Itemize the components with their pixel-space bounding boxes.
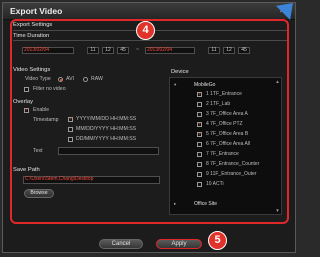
video-type-label: Video Type: [25, 76, 51, 82]
start-hour-field[interactable]: 11: [87, 47, 99, 54]
device-7-label[interactable]: 7 7F_Entrance: [206, 151, 239, 157]
device-group-office-site[interactable]: Office Site: [194, 201, 217, 207]
timestamp-format-1-checkbox[interactable]: [68, 116, 73, 122]
enable-overlay-label: Enable: [33, 107, 50, 113]
scroll-down-icon[interactable]: ▼: [275, 208, 280, 213]
enable-overlay-checkbox[interactable]: [24, 107, 29, 113]
end-hour-field[interactable]: 11: [208, 47, 220, 54]
step-4-badge: 4: [136, 21, 155, 40]
end-minute-field[interactable]: 12: [223, 47, 235, 54]
timestamp-label: Timestamp: [33, 117, 59, 123]
browse-button[interactable]: Browse: [24, 189, 54, 198]
device-3-checkbox[interactable]: [197, 112, 202, 117]
save-path-title: Save Path: [13, 167, 40, 173]
device-1-label[interactable]: 1 1TF_Entrance: [206, 91, 242, 97]
device-8-checkbox[interactable]: [197, 162, 202, 167]
step-5-badge: 5: [208, 231, 227, 250]
device-4-checkbox[interactable]: [197, 121, 202, 127]
device-6-label[interactable]: 6 7F_Office Area All: [206, 141, 250, 147]
end-date-field[interactable]: 2013/02/04: [145, 47, 195, 54]
device-2-checkbox[interactable]: [197, 102, 202, 107]
device-9-label[interactable]: 9 11F_Entrance_Outer: [206, 171, 257, 177]
raw-label: RAW: [91, 76, 103, 82]
timestamp-format-1-label: YYYY/MM/DD HH:MM:SS: [76, 116, 137, 122]
device-tree[interactable]: ▾ MobileGo 1 1TF_Entrance 2 1TF_Lab 3 7F…: [169, 77, 282, 215]
filter-no-video-label: Filter no video: [33, 86, 66, 92]
device-8-label[interactable]: 8 7F_Entrance_Counter: [206, 161, 259, 167]
apply-button[interactable]: Apply: [156, 239, 202, 249]
collapse-icon[interactable]: ▾: [174, 82, 176, 88]
start-second-field[interactable]: 45: [117, 47, 129, 54]
range-separator: ~: [136, 47, 140, 53]
start-date-field[interactable]: 2013/02/04: [22, 47, 74, 54]
avi-radio[interactable]: [58, 77, 63, 82]
device-7-checkbox[interactable]: [197, 152, 202, 157]
timestamp-format-2-label: MM/DD/YYYY HH:MM:SS: [76, 126, 137, 132]
time-duration-title: Time Duration: [13, 33, 50, 39]
raw-radio[interactable]: [83, 77, 88, 82]
device-10-label[interactable]: 10 ACTi: [206, 181, 224, 187]
cancel-button[interactable]: Cancel: [99, 239, 143, 249]
start-minute-field[interactable]: 12: [102, 47, 114, 54]
expand-icon[interactable]: ▸: [174, 201, 176, 207]
save-path-field[interactable]: C:\Users\Stem.Chang\Desktop: [23, 176, 160, 184]
text-label: Text: [33, 148, 43, 154]
device-10-checkbox[interactable]: [197, 182, 202, 187]
timestamp-format-2-checkbox[interactable]: [68, 127, 73, 132]
device-1-checkbox[interactable]: [197, 91, 202, 97]
divider: [13, 40, 287, 41]
filter-no-video-checkbox[interactable]: [24, 87, 29, 92]
overlay-title: Overlay: [13, 99, 33, 105]
device-title: Device: [171, 69, 189, 75]
device-4-label[interactable]: 4 7F_Office PTZ: [206, 121, 243, 127]
device-2-label[interactable]: 2 1TF_Lab: [206, 101, 230, 107]
device-6-checkbox[interactable]: [197, 142, 202, 147]
device-3-label[interactable]: 3 7F_Office Area A: [206, 111, 248, 117]
video-settings-title: Video Settings: [13, 67, 51, 73]
device-5-checkbox[interactable]: [197, 131, 202, 137]
timestamp-format-3-label: DD/MM/YYYY HH:MM:SS: [76, 136, 137, 142]
overlay-text-input[interactable]: [58, 147, 159, 155]
end-second-field[interactable]: 45: [238, 47, 250, 54]
export-settings-title: Export Settings: [13, 22, 53, 28]
export-video-window: Export Video ✕ Export Settings Time Dura…: [2, 2, 296, 253]
scroll-up-icon[interactable]: ▲: [275, 79, 280, 84]
device-5-label[interactable]: 5 7F_Office Area B: [206, 131, 248, 137]
device-group-mobilego[interactable]: MobileGo: [194, 82, 215, 88]
avi-label: AVI: [66, 76, 74, 82]
title-bar: Export Video ✕: [3, 3, 295, 20]
device-9-checkbox[interactable]: [197, 172, 202, 177]
timestamp-format-3-checkbox[interactable]: [68, 137, 73, 142]
window-title: Export Video: [10, 6, 63, 16]
